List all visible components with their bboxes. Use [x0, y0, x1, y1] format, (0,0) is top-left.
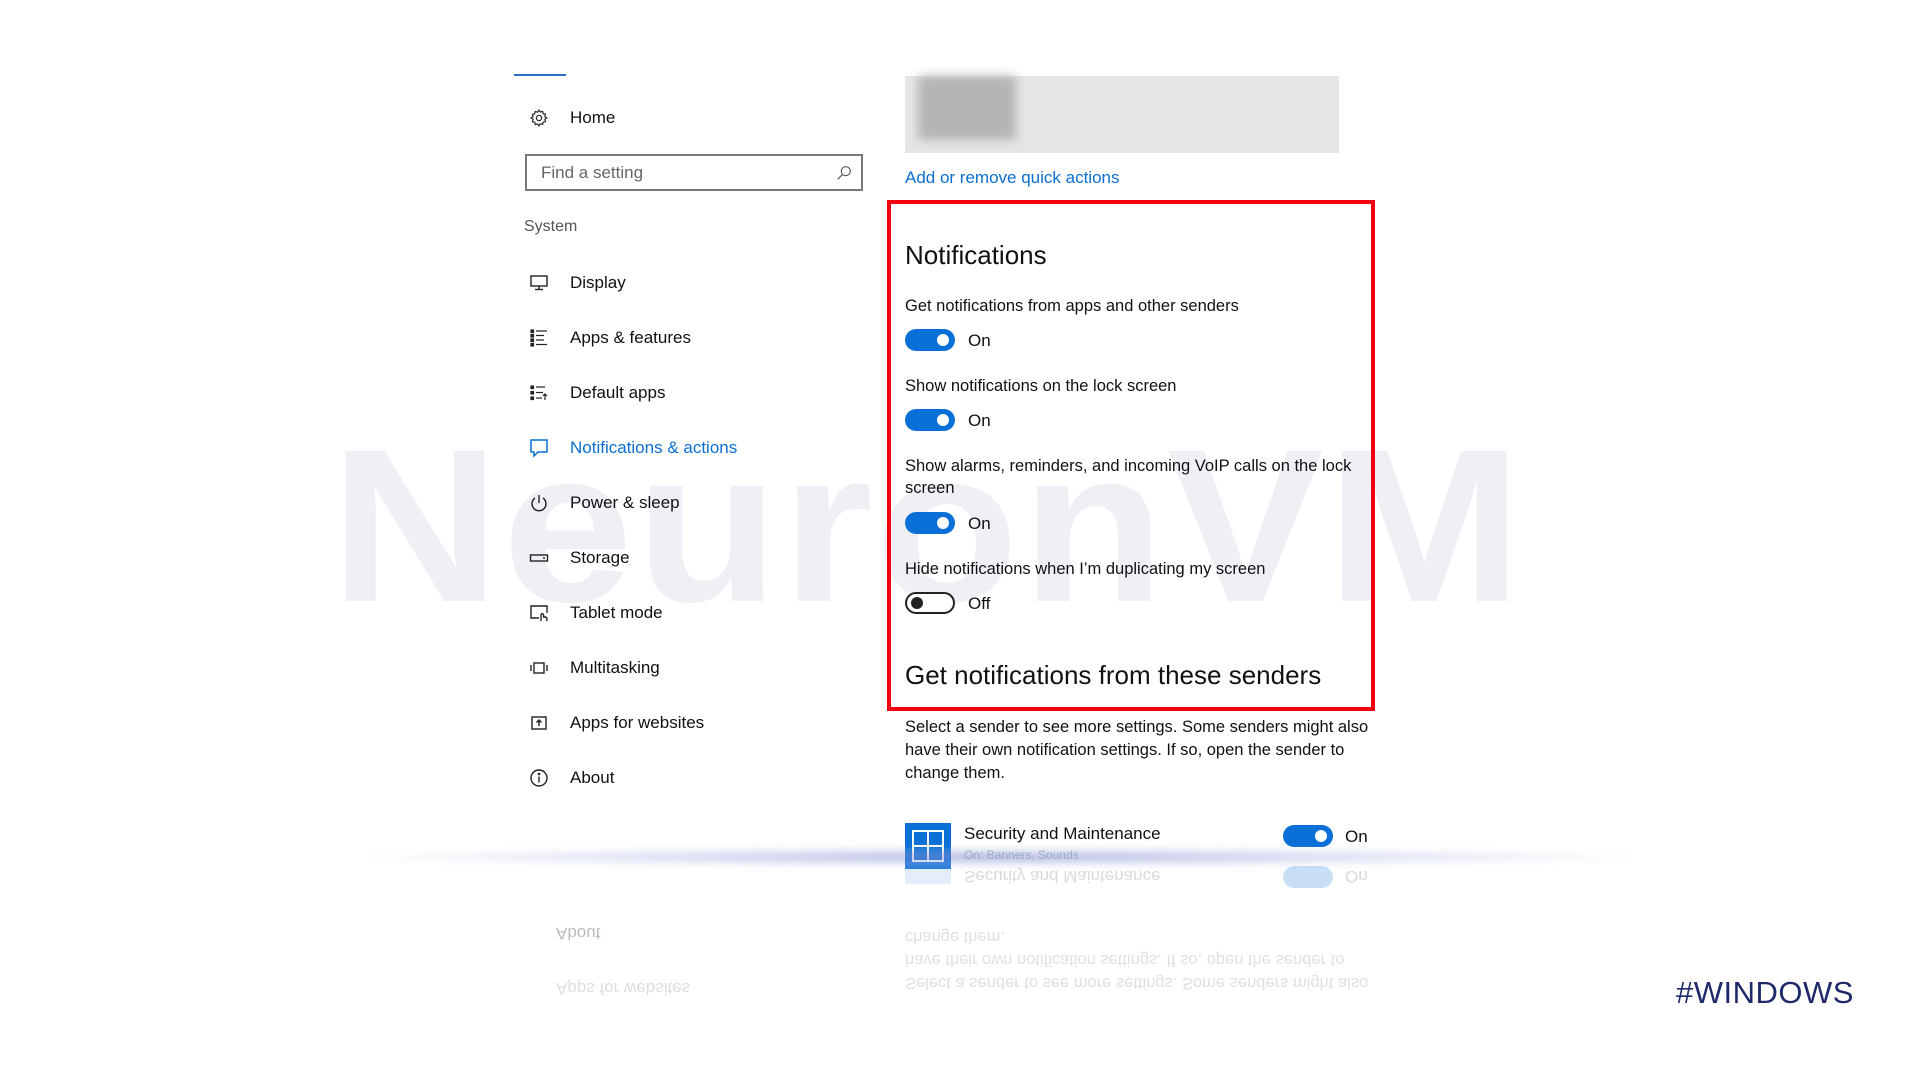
section-label-system: System	[524, 218, 578, 235]
apps-for-websites-icon	[528, 712, 550, 734]
option-label-hide-duplicating: Hide notifications when I’m duplicating …	[905, 560, 1266, 578]
sidebar-item-apps-features[interactable]: Apps & features	[528, 324, 691, 352]
notifications-heading: Notifications	[905, 240, 1047, 270]
toggle-state: On	[968, 331, 991, 350]
sidebar-item-label: Multitasking	[570, 658, 660, 677]
title-underline	[514, 74, 566, 76]
toggle-state: On	[1345, 827, 1368, 846]
sidebar-item-label: Notifications & actions	[570, 438, 738, 457]
sidebar-item-about[interactable]: About	[528, 764, 614, 792]
display-icon	[528, 272, 550, 294]
reflection-glow-line	[340, 846, 1660, 868]
sidebar-item-notifications-actions[interactable]: Notifications & actions	[528, 434, 737, 462]
option-label-alarms-voip: Show alarms, reminders, and incoming VoI…	[905, 457, 1352, 497]
sidebar-item-storage[interactable]: Storage	[528, 544, 630, 572]
notification-icon	[528, 437, 550, 459]
option-label-lock-screen: Show notifications on the lock screen	[905, 377, 1177, 395]
add-remove-quick-actions-link[interactable]: Add or remove quick actions	[905, 168, 1120, 188]
toggle-state: On	[968, 514, 991, 533]
senders-heading: Get notifications from these senders	[905, 660, 1322, 690]
sidebar-item-label: About	[570, 768, 615, 787]
sidebar-item-display[interactable]: Display	[528, 269, 626, 297]
home-button[interactable]: Home	[528, 104, 615, 132]
toggle-hide-duplicating[interactable]	[905, 592, 955, 614]
brand-tag: #WINDOWS	[1676, 975, 1854, 1010]
storage-icon	[528, 547, 550, 569]
apps-list-icon	[528, 327, 550, 349]
toggle-sender-security-maintenance[interactable]	[1283, 825, 1333, 847]
sidebar-item-default-apps[interactable]: Default apps	[528, 379, 665, 407]
default-apps-icon	[528, 382, 550, 404]
home-label: Home	[570, 108, 616, 127]
gear-icon	[528, 107, 550, 129]
senders-description: Select a sender to see more settings. So…	[905, 718, 1369, 782]
sidebar-item-power-sleep[interactable]: Power & sleep	[528, 489, 680, 517]
quick-action-tile	[918, 76, 1016, 140]
tablet-mode-icon	[528, 602, 550, 624]
option-label-get-notifications: Get notifications from apps and other se…	[905, 297, 1239, 315]
sidebar-item-multitasking[interactable]: Multitasking	[528, 654, 660, 682]
sidebar-item-label: Storage	[570, 548, 630, 567]
search-icon[interactable]	[835, 164, 853, 182]
sidebar-item-label: Power & sleep	[570, 493, 680, 512]
sidebar-item-label: Apps for websites	[570, 713, 705, 732]
sender-name: Security and Maintenance	[964, 824, 1161, 843]
sidebar-item-tablet-mode[interactable]: Tablet mode	[528, 599, 663, 627]
sidebar-item-label: Display	[570, 273, 626, 292]
toggle-lock-screen[interactable]	[905, 409, 955, 431]
sidebar-item-apps-for-websites[interactable]: Apps for websites	[528, 709, 704, 737]
settings-window: Home System Display Apps & features Defa…	[0, 0, 1920, 1080]
search-input[interactable]	[539, 161, 823, 184]
power-icon	[528, 492, 550, 514]
toggle-state: Off	[968, 594, 991, 613]
sidebar-item-label: Apps & features	[570, 328, 691, 347]
sidebar-item-label: Default apps	[570, 383, 666, 402]
toggle-get-notifications[interactable]	[905, 329, 955, 351]
toggle-state: On	[968, 411, 991, 430]
toggle-alarms-voip[interactable]	[905, 512, 955, 534]
multitasking-icon	[528, 657, 550, 679]
sidebar-item-label: Tablet mode	[570, 603, 663, 622]
search-box[interactable]	[525, 154, 863, 191]
info-icon	[528, 767, 550, 789]
